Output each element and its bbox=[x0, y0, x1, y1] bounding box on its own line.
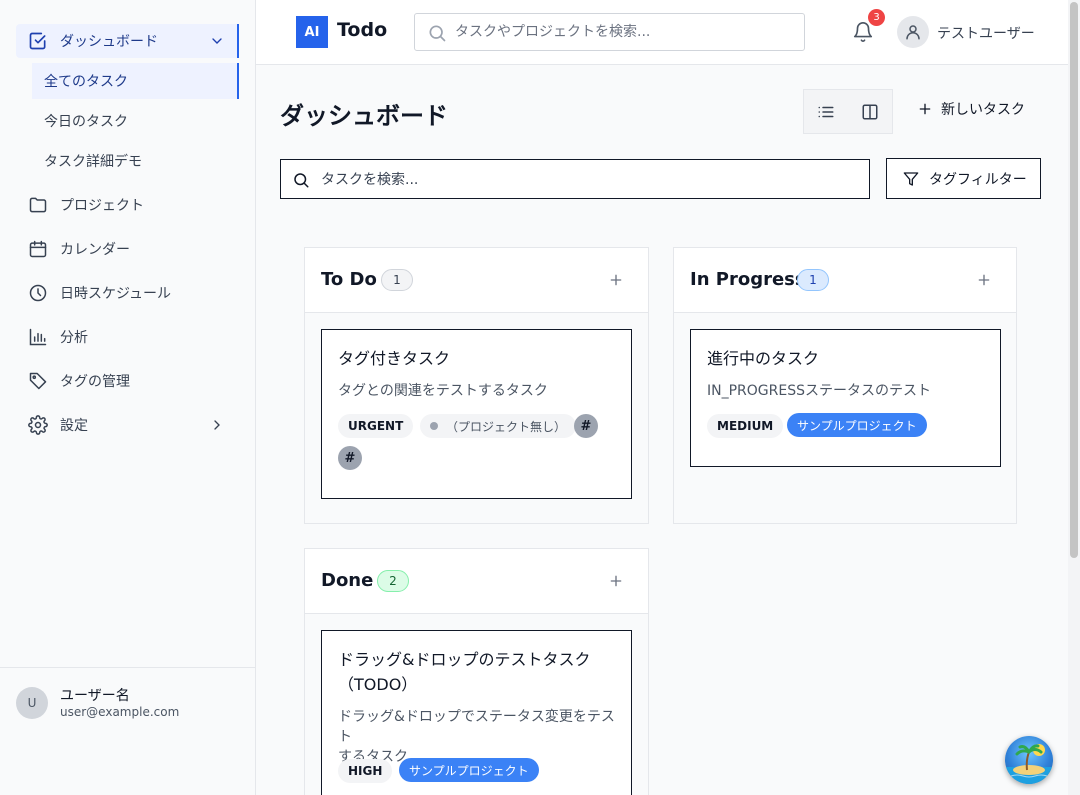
sidebar-user-panel[interactable]: U ユーザー名 user@example.com bbox=[0, 667, 256, 795]
sidebar-item-tags[interactable]: タグの管理 bbox=[16, 363, 239, 399]
sidebar-item-task-detail-demo[interactable]: タスク詳細デモ bbox=[32, 143, 239, 179]
task-card[interactable]: タグ付きタスク タグとの関連をテストするタスク URGENT （プロジェクト無し… bbox=[321, 329, 632, 499]
clock-icon bbox=[29, 284, 47, 302]
sidebar-item-label: 今日のタスク bbox=[44, 114, 128, 130]
board-view-button[interactable] bbox=[848, 90, 892, 133]
column-title: In Progress bbox=[690, 269, 806, 290]
new-task-label: 新しいタスク bbox=[941, 102, 1025, 118]
list-icon bbox=[818, 106, 834, 117]
gear-icon bbox=[28, 415, 48, 435]
folder-icon bbox=[29, 197, 47, 213]
column-header: In Progress 1 bbox=[674, 248, 1016, 313]
sidebar-item-label: 日時スケジュール bbox=[60, 286, 172, 302]
sidebar-item-label: 全てのタスク bbox=[44, 74, 128, 90]
task-card[interactable]: ドラッグ&ドロップのテストタスク （TODO） ドラッグ&ドロップでステータス変… bbox=[321, 630, 632, 795]
sidebar-item-settings[interactable]: 設定 bbox=[16, 407, 239, 443]
view-toggle bbox=[803, 89, 893, 134]
checkbox-icon bbox=[29, 32, 46, 50]
scrollbar-thumb[interactable] bbox=[1070, 2, 1078, 558]
column-done: Done 2 ドラッグ&ドロップのテストタスク （TODO） ドラッグ&ドロップ… bbox=[304, 548, 649, 795]
bar-chart-icon bbox=[29, 328, 47, 346]
task-search[interactable] bbox=[280, 159, 870, 199]
column-count-badge: 2 bbox=[377, 570, 409, 592]
sidebar-item-schedule[interactable]: 日時スケジュール bbox=[16, 275, 239, 311]
page-title: ダッシュボード bbox=[280, 102, 448, 130]
sidebar-item-label: 設定 bbox=[60, 418, 88, 434]
task-card-description-line: ドラッグ&ドロップでステータス変更をテスト bbox=[338, 709, 615, 745]
project-badge: サンプルプロジェクト bbox=[787, 413, 927, 437]
column-count-badge: 1 bbox=[381, 269, 413, 291]
sidebar-item-projects[interactable]: プロジェクト bbox=[16, 187, 239, 223]
task-card-description: IN_PROGRESSステータスのテスト bbox=[707, 383, 931, 399]
global-search-input[interactable] bbox=[455, 22, 795, 42]
island-icon bbox=[1005, 744, 1053, 784]
project-badge: （プロジェクト無し） bbox=[420, 414, 577, 438]
tag-badge: # bbox=[338, 446, 362, 470]
assistant-fab-button[interactable] bbox=[1005, 736, 1053, 784]
sidebar-item-label: タグの管理 bbox=[60, 374, 130, 390]
sidebar-item-label: タスク詳細デモ bbox=[44, 154, 142, 170]
sidebar-item-label: プロジェクト bbox=[60, 198, 144, 214]
task-search-input[interactable] bbox=[321, 170, 851, 190]
logo-text[interactable]: Todo bbox=[337, 19, 387, 41]
column-in-progress: In Progress 1 進行中のタスク IN_PROGRESSステータスのテ… bbox=[673, 247, 1017, 524]
tag-filter-label: タグフィルター bbox=[929, 171, 1027, 188]
task-card-description: タグとの関連をテストするタスク bbox=[338, 383, 548, 399]
tag-badge: # bbox=[574, 414, 598, 438]
task-card-title-line: ドラッグ&ドロップのテストタスク bbox=[338, 650, 591, 669]
task-card-title-line: （TODO） bbox=[338, 675, 418, 694]
task-card-title: タグ付きタスク bbox=[338, 349, 451, 368]
sidebar-item-dashboard[interactable]: ダッシュボード bbox=[16, 24, 239, 58]
priority-badge: HIGH bbox=[338, 759, 393, 783]
project-label: （プロジェクト無し） bbox=[446, 419, 567, 434]
sidebar: ダッシュボード 全てのタスク 今日のタスク タスク詳細デモ プロジェクト カレン… bbox=[0, 0, 256, 795]
column-title: Done bbox=[321, 570, 374, 591]
task-card[interactable]: 進行中のタスク IN_PROGRESSステータスのテスト MEDIUM サンプル… bbox=[690, 329, 1001, 467]
top-header: AI Todo 3 テストユーザー bbox=[256, 0, 1068, 65]
tag-filter-button[interactable]: タグフィルター bbox=[886, 158, 1041, 199]
sidebar-item-today-tasks[interactable]: 今日のタスク bbox=[32, 103, 239, 139]
sidebar-item-calendar[interactable]: カレンダー bbox=[16, 231, 239, 267]
sidebar-item-all-tasks[interactable]: 全てのタスク bbox=[32, 63, 239, 99]
priority-badge: MEDIUM bbox=[707, 414, 784, 438]
plus-icon[interactable] bbox=[608, 272, 624, 288]
column-count-badge: 1 bbox=[797, 269, 829, 291]
calendar-icon bbox=[29, 240, 47, 258]
user-name: ユーザー名 bbox=[60, 688, 130, 704]
plus-icon[interactable] bbox=[608, 573, 624, 589]
user-email: user@example.com bbox=[60, 705, 180, 719]
column-header: To Do 1 bbox=[305, 248, 648, 313]
tag-icon bbox=[29, 372, 47, 390]
chevron-down-icon[interactable] bbox=[209, 33, 225, 49]
search-icon bbox=[294, 173, 309, 188]
plus-icon bbox=[919, 103, 931, 115]
logo-badge[interactable]: AI bbox=[296, 16, 328, 48]
sidebar-item-label: ダッシュボード bbox=[60, 34, 158, 50]
task-card-title: ドラッグ&ドロップのテストタスク （TODO） bbox=[338, 647, 615, 697]
task-card-title: 進行中のタスク bbox=[707, 349, 820, 368]
global-search[interactable] bbox=[414, 13, 805, 51]
notification-badge: 3 bbox=[868, 9, 885, 26]
column-header: Done 2 bbox=[305, 549, 648, 614]
list-view-button[interactable] bbox=[804, 90, 848, 133]
project-badge: サンプルプロジェクト bbox=[399, 758, 539, 782]
avatar: U bbox=[16, 687, 48, 719]
user-icon bbox=[906, 25, 920, 40]
page-scrollbar[interactable] bbox=[1068, 0, 1080, 795]
chevron-right-icon bbox=[214, 420, 220, 430]
project-dot bbox=[430, 422, 438, 430]
priority-badge: URGENT bbox=[338, 414, 414, 438]
sidebar-item-analytics[interactable]: 分析 bbox=[16, 319, 239, 355]
plus-icon[interactable] bbox=[976, 272, 992, 288]
search-icon bbox=[429, 25, 446, 42]
column-title: To Do bbox=[321, 269, 377, 290]
column-todo: To Do 1 タグ付きタスク タグとの関連をテストするタスク URGENT （… bbox=[304, 247, 649, 524]
header-user-name[interactable]: テストユーザー bbox=[937, 23, 1035, 43]
sidebar-item-label: カレンダー bbox=[60, 242, 130, 258]
filter-icon bbox=[903, 171, 919, 186]
user-avatar[interactable] bbox=[897, 16, 929, 48]
new-task-button[interactable]: 新しいタスク bbox=[905, 92, 1035, 126]
sidebar-item-label: 分析 bbox=[60, 330, 88, 346]
columns-icon bbox=[862, 104, 878, 119]
